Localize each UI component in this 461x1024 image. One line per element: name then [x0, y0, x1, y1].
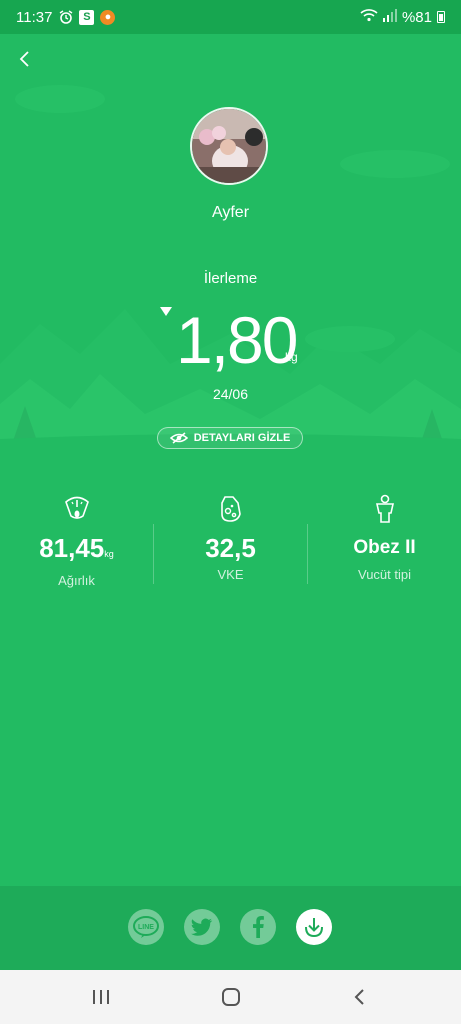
eye-hidden-icon	[169, 432, 188, 444]
home-button[interactable]	[216, 983, 246, 1011]
metric-body-type[interactable]: Obez II Vucüt tipi	[308, 494, 461, 582]
system-back-button[interactable]	[345, 983, 375, 1011]
download-button[interactable]	[296, 909, 332, 945]
back-icon	[354, 989, 364, 1005]
user-name: Ayfer	[211, 204, 250, 221]
metric-weight[interactable]: 81,45kg Ağırlık	[0, 494, 153, 588]
triangle-down-icon	[160, 307, 172, 316]
signal-icon	[382, 8, 397, 26]
system-nav-bar	[0, 970, 461, 1024]
share-line-button[interactable]: LINE	[128, 909, 164, 945]
hide-details-label: DETAYLARI GİZLE	[193, 432, 291, 444]
hide-details-button[interactable]: DETAYLARI GİZLE	[157, 427, 303, 449]
body-fat-icon	[220, 496, 241, 522]
avatar-photo	[192, 109, 266, 183]
download-icon	[305, 918, 323, 938]
body-type-icon	[375, 494, 394, 523]
line-icon-text: LINE	[138, 924, 154, 931]
scale-icon	[64, 496, 89, 519]
battery-text: %81	[401, 8, 432, 26]
line-icon: LINE	[133, 916, 159, 938]
share-bar: LINE	[0, 886, 461, 970]
progress-label: İlerleme	[203, 270, 258, 287]
body-type-value: Obez II	[353, 537, 416, 558]
share-facebook-button[interactable]	[240, 909, 276, 945]
status-time: 11:37	[16, 8, 53, 26]
s-app-icon: S	[79, 9, 95, 25]
wifi-icon	[360, 8, 378, 26]
bmi-value: 32,5	[205, 533, 256, 563]
weight-unit: kg	[104, 549, 114, 559]
alarm-icon	[58, 10, 73, 25]
weight-label: Ağırlık	[58, 573, 95, 588]
twitter-icon	[191, 918, 213, 936]
orange-app-icon: ●	[100, 9, 116, 25]
status-bar: 11:37 S ● %81	[0, 0, 461, 34]
progress-unit: kg	[285, 350, 298, 364]
progress-date: 24/06	[212, 386, 249, 402]
back-button[interactable]	[14, 48, 36, 70]
facebook-icon	[253, 916, 264, 938]
home-icon	[222, 988, 240, 1006]
weight-value: 81,45	[39, 533, 105, 563]
body-type-label: Vucüt tipi	[358, 567, 411, 582]
progress-value: 1,80	[176, 303, 298, 377]
share-twitter-button[interactable]	[184, 909, 220, 945]
battery-icon	[437, 11, 445, 23]
avatar[interactable]	[190, 107, 268, 185]
background-scenery	[0, 85, 461, 484]
bmi-label: VKE	[217, 567, 244, 582]
recent-apps-icon	[93, 990, 109, 1004]
chevron-left-icon	[19, 51, 29, 67]
metric-bmi[interactable]: 32,5 VKE	[154, 494, 307, 582]
recent-apps-button[interactable]	[86, 983, 116, 1011]
main-panel: Ayfer İlerleme 1,80 kg 24/06 DETAYLARI G…	[0, 34, 461, 886]
